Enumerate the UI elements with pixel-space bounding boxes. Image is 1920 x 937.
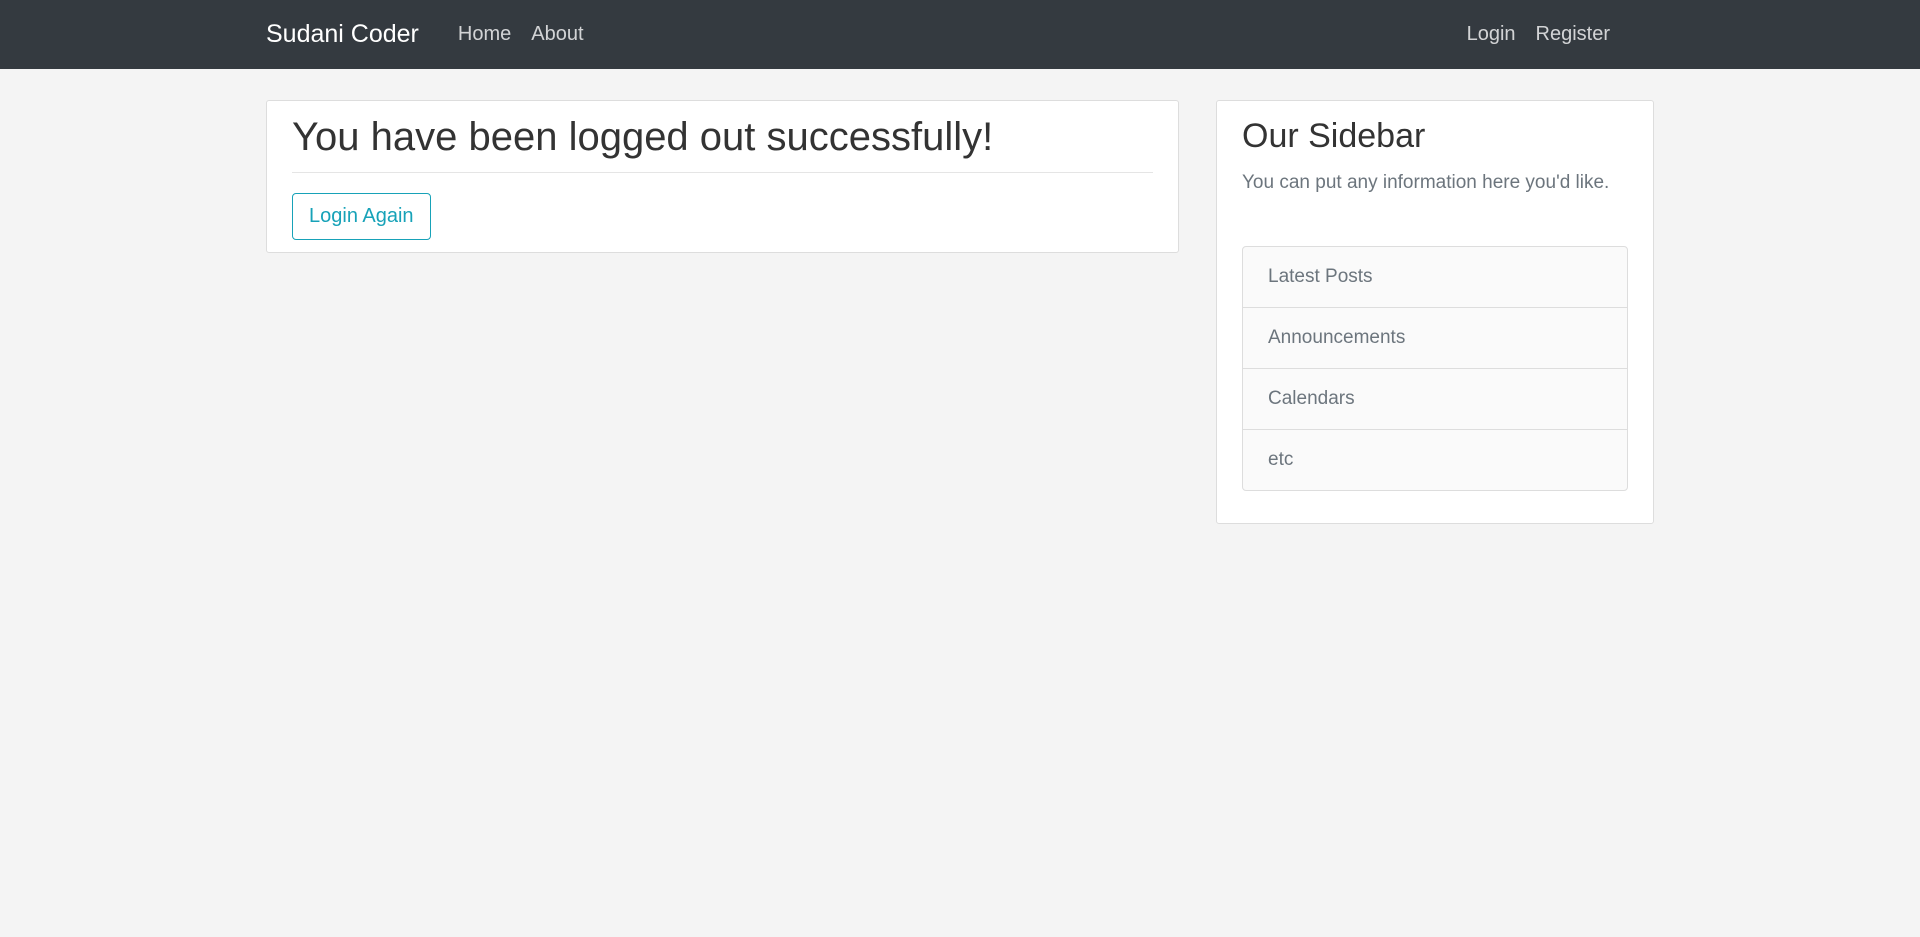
sidebar-list: Latest Posts Announcements Calendars etc [1242,246,1628,491]
page-title: You have been logged out successfully! [292,115,994,159]
sidebar-item-calendars[interactable]: Calendars [1243,369,1627,430]
nav-about-link[interactable]: About [531,23,583,46]
primary-nav: Home About [458,23,604,46]
account-nav: Login Register [1447,23,1610,46]
login-again-button[interactable]: Login Again [292,193,431,240]
logout-message-card: You have been logged out successfully! L… [266,100,1179,253]
navbar-container: Sudani Coder Home About Login Register [266,0,1610,69]
sidebar-card: Our Sidebar You can put any information … [1216,100,1654,524]
sidebar-item-etc[interactable]: etc [1243,430,1627,490]
title-divider [292,172,1153,173]
nav-home-link[interactable]: Home [458,23,511,46]
nav-login-link[interactable]: Login [1467,23,1516,46]
sidebar-item-announcements[interactable]: Announcements [1243,308,1627,369]
top-navbar: Sudani Coder Home About Login Register [0,0,1920,69]
sidebar-item-latest-posts[interactable]: Latest Posts [1243,247,1627,308]
sidebar-description: You can put any information here you'd l… [1242,172,1610,193]
brand-link[interactable]: Sudani Coder [266,20,419,49]
sidebar-title: Our Sidebar [1242,117,1426,155]
nav-register-link[interactable]: Register [1536,23,1610,46]
